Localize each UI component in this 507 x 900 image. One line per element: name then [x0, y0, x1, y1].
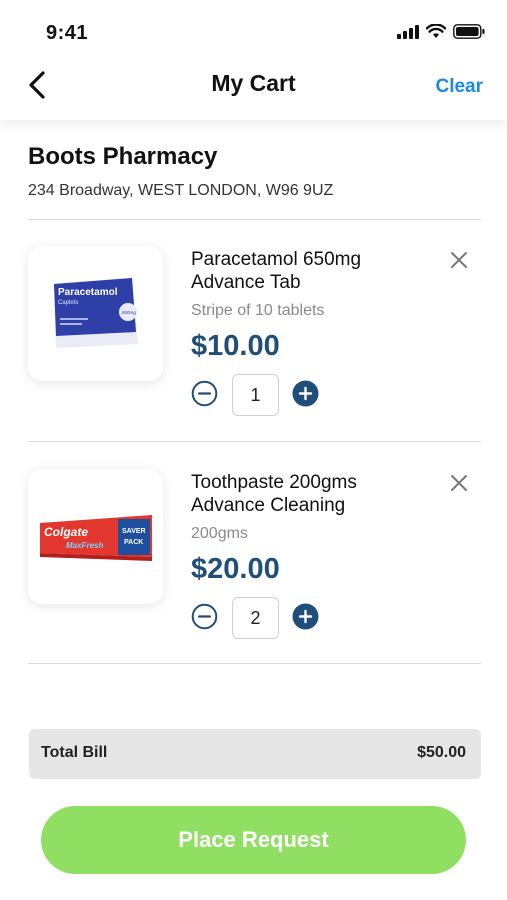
place-request-button[interactable]: Place Request — [41, 806, 466, 874]
package-sub: MaxFresh — [66, 541, 103, 550]
item-name: Paracetamol 650mg Advance Tab — [191, 249, 362, 293]
store-address: 234 Broadway, WEST LONDON, W96 9UZ — [28, 182, 334, 199]
divider — [28, 219, 481, 220]
signal-icon — [397, 24, 419, 39]
page-title: My Cart — [211, 70, 296, 96]
cart-item: Colgate MaxFresh SAVER PACK Toothpaste 2… — [0, 469, 507, 669]
package-strength: 650mg — [122, 310, 136, 315]
wifi-icon — [426, 24, 446, 38]
item-variant: Stripe of 10 tablets — [191, 302, 325, 319]
plus-circle-icon — [292, 603, 319, 630]
close-icon — [451, 475, 467, 491]
battery-icon — [453, 24, 485, 39]
item-variant: 200gms — [191, 525, 248, 542]
store-name: Boots Pharmacy — [28, 143, 218, 170]
item-name: Toothpaste 200gms Advance Cleaning — [191, 472, 357, 516]
decrease-quantity-button[interactable] — [191, 603, 218, 630]
total-value: $50.00 — [417, 744, 466, 761]
package-badge-line2: PACK — [124, 539, 143, 546]
total-label: Total Bill — [41, 744, 108, 761]
remove-item-button[interactable] — [449, 473, 469, 493]
quantity-field[interactable]: 2 — [232, 597, 279, 639]
status-bar: 9:41 — [0, 0, 507, 60]
divider — [28, 441, 481, 442]
decrease-quantity-button[interactable] — [191, 380, 218, 407]
clear-button[interactable]: Clear — [435, 76, 483, 98]
cart-item: Paracetamol Caplets 650mg Paracetamol 65… — [0, 246, 507, 446]
package-brand: Colgate — [44, 525, 88, 539]
minus-circle-icon — [191, 380, 218, 407]
divider — [28, 663, 481, 664]
package-badge-line1: SAVER — [122, 528, 146, 535]
total-bill-bar: Total Bill $50.00 — [29, 729, 481, 779]
item-price: $20.00 — [191, 553, 280, 585]
remove-item-button[interactable] — [449, 250, 469, 270]
product-image: Colgate MaxFresh SAVER PACK — [28, 469, 163, 604]
package-brand: Paracetamol — [58, 287, 118, 298]
product-image: Paracetamol Caplets 650mg — [28, 246, 163, 381]
plus-circle-icon — [292, 380, 319, 407]
status-time: 9:41 — [46, 22, 89, 44]
status-icons — [397, 24, 485, 39]
toothpaste-box-image: Colgate MaxFresh SAVER PACK — [39, 514, 152, 561]
paracetamol-box-image: Paracetamol Caplets 650mg — [53, 277, 138, 348]
quantity-field[interactable]: 1 — [232, 374, 279, 416]
close-icon — [451, 252, 467, 268]
item-price: $10.00 — [191, 330, 280, 362]
increase-quantity-button[interactable] — [292, 603, 319, 630]
increase-quantity-button[interactable] — [292, 380, 319, 407]
minus-circle-icon — [191, 603, 218, 630]
package-sub: Caplets — [58, 300, 78, 306]
app-header: My Cart Clear — [0, 60, 507, 120]
